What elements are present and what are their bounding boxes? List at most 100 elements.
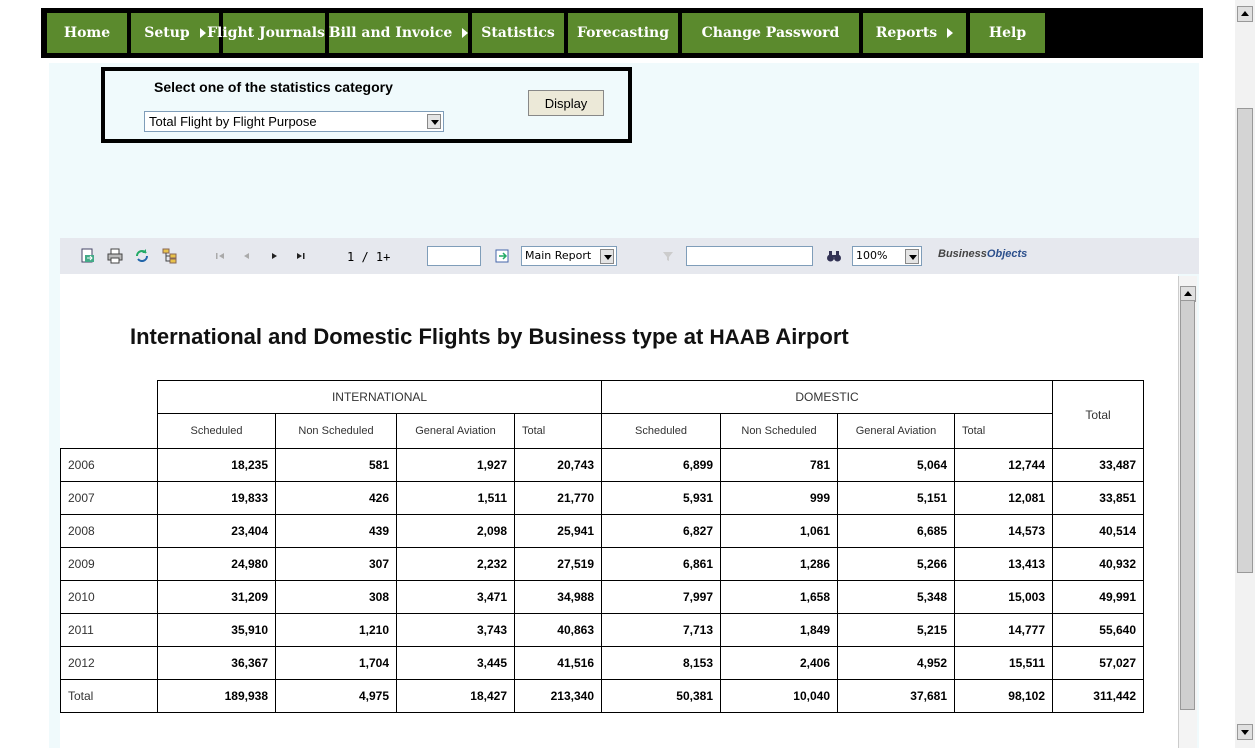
column-header: Scheduled (157, 413, 276, 449)
table-cell: 24,980 (157, 547, 276, 581)
table-cell: 12,744 (954, 448, 1053, 482)
next-page-icon[interactable] (266, 248, 282, 264)
table-cell: 439 (275, 514, 397, 548)
business-objects-logo: BusinessObjects (938, 248, 1028, 260)
nav-item-forecasting[interactable]: Forecasting (568, 13, 678, 53)
page-scroll-up-icon[interactable] (1237, 6, 1253, 22)
page-scroll-down-icon[interactable] (1237, 724, 1253, 740)
table-cell: 36,367 (157, 646, 276, 680)
prev-page-icon[interactable] (239, 248, 255, 264)
column-header: Scheduled (601, 413, 721, 449)
table-cell: 20,743 (514, 448, 602, 482)
table-cell: 2,406 (720, 646, 838, 680)
last-page-icon[interactable] (293, 248, 309, 264)
nav-item-home[interactable]: Home (47, 13, 127, 53)
goto-page-input[interactable] (427, 246, 481, 266)
column-header: Non Scheduled (720, 413, 838, 449)
nav-item-reports[interactable]: Reports (863, 13, 966, 53)
table-cell: 12,081 (954, 481, 1053, 515)
binoculars-icon[interactable] (826, 248, 842, 264)
chevron-down-icon[interactable] (427, 114, 441, 129)
table-cell: 40,863 (514, 613, 602, 647)
column-header: General Aviation (837, 413, 955, 449)
table-cell: 37,681 (837, 679, 955, 713)
print-icon[interactable] (107, 248, 123, 264)
display-button[interactable]: Display (528, 90, 604, 116)
chevron-down-icon[interactable] (600, 249, 614, 264)
table-cell: 21,770 (514, 481, 602, 515)
nav-item-bill-and-invoice[interactable]: Bill and Invoice (329, 13, 469, 53)
table-cell: 40,514 (1052, 514, 1144, 548)
table-cell: 18,235 (157, 448, 276, 482)
nav-item-help[interactable]: Help (970, 13, 1045, 53)
sub-header-row: Scheduled Non Scheduled General Aviation To… (61, 413, 1144, 449)
column-header: Total (514, 413, 602, 449)
table-cell: 1,286 (720, 547, 838, 581)
table-cell: 33,487 (1052, 448, 1144, 482)
column-header: Non Scheduled (275, 413, 397, 449)
table-cell: 581 (275, 448, 397, 482)
corner-cell (61, 414, 158, 449)
table-cell: 50,381 (601, 679, 721, 713)
row-label: 2011 (60, 613, 158, 647)
table-cell: 213,340 (514, 679, 602, 713)
goto-page-icon[interactable] (494, 248, 510, 264)
table-cell: 189,938 (157, 679, 276, 713)
table-cell: 15,003 (954, 580, 1053, 614)
table-cell: 19,833 (157, 481, 276, 515)
column-header: General Aviation (396, 413, 515, 449)
table-cell: 5,151 (837, 481, 955, 515)
table-cell: 40,932 (1052, 547, 1144, 581)
zoom-select[interactable]: 100% (852, 246, 922, 266)
nav-item-change-password[interactable]: Change Password (682, 13, 859, 53)
group-header-row: INTERNATIONAL DOMESTIC Total (61, 380, 1144, 449)
table-row: 2010 31,209 308 3,471 34,988 7,997 1,658 5,348 1… (60, 580, 1144, 614)
table-cell: 1,658 (720, 580, 838, 614)
table-cell: 31,209 (157, 580, 276, 614)
category-select[interactable]: Total Flight by Flight Purpose (144, 111, 444, 132)
table-cell: 5,215 (837, 613, 955, 647)
chevron-right-icon (947, 28, 954, 38)
table-cell: 1,849 (720, 613, 838, 647)
report-scroll-thumb[interactable] (1180, 300, 1195, 710)
table-row: 2007 19,833 426 1,511 21,770 5,931 999 5,151 12,… (60, 481, 1144, 515)
group-tree-icon[interactable] (162, 248, 178, 264)
refresh-icon[interactable] (134, 248, 150, 264)
table-cell: 1,927 (396, 448, 515, 482)
nav-item-statistics[interactable]: Statistics (472, 13, 564, 53)
table-cell: 6,685 (837, 514, 955, 548)
table-cell: 4,952 (837, 646, 955, 680)
table-cell: 14,573 (954, 514, 1053, 548)
table-cell: 55,640 (1052, 613, 1144, 647)
table-cell: 2,098 (396, 514, 515, 548)
nav-item-setup[interactable]: Setup (131, 13, 219, 53)
table-cell: 10,040 (720, 679, 838, 713)
row-label: 2008 (60, 514, 158, 548)
table-cell: 34,988 (514, 580, 602, 614)
table-cell: 5,266 (837, 547, 955, 581)
group-header: INTERNATIONAL (157, 380, 602, 414)
column-header: Total (954, 413, 1053, 449)
table-cell: 49,991 (1052, 580, 1144, 614)
table-cell: 33,851 (1052, 481, 1144, 515)
table-row: Total 189,938 4,975 18,427 213,340 50,381 10,0… (60, 679, 1144, 713)
table-cell: 98,102 (954, 679, 1053, 713)
search-input[interactable] (686, 246, 813, 266)
table-cell: 4,975 (275, 679, 397, 713)
row-label: 2009 (60, 547, 158, 581)
table-cell: 1,061 (720, 514, 838, 548)
export-icon[interactable] (80, 248, 96, 264)
page-scroll-thumb[interactable] (1237, 108, 1253, 573)
row-label: 2007 (60, 481, 158, 515)
nav-item-flight-journals[interactable]: Flight Journals (207, 13, 341, 53)
nav-items: Home Setup Flight Journals Bill and Invoice… (47, 13, 1197, 53)
table-cell: 25,941 (514, 514, 602, 548)
table-cell: 6,899 (601, 448, 721, 482)
table-cell: 5,931 (601, 481, 721, 515)
chevron-right-icon (199, 28, 206, 38)
first-page-icon[interactable] (212, 248, 228, 264)
chevron-down-icon[interactable] (905, 249, 919, 264)
table-row: 2011 35,910 1,210 3,743 40,863 7,713 1,849 5,21… (60, 613, 1144, 647)
report-select[interactable]: Main Report (521, 246, 617, 266)
report-toolbar (60, 238, 1199, 274)
